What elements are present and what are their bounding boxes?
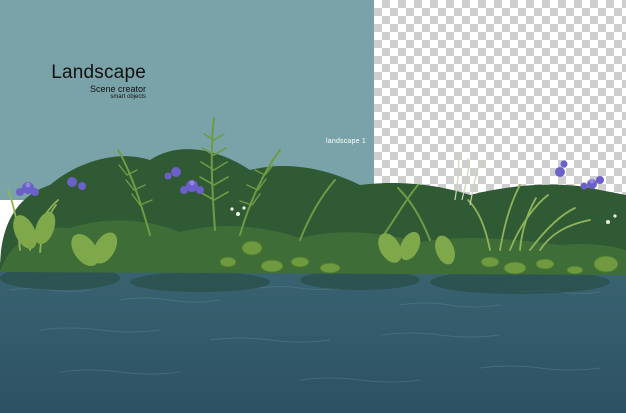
tagline: smart objects [110,94,146,100]
landscape-scene: Landscape Scene creator smart objects la… [0,0,626,413]
preview-label: landscape 1 [326,138,366,145]
page-title: Landscape [51,62,146,83]
title-block: Landscape Scene creator smart objects [36,62,146,101]
subtitle: Scene creator [89,84,146,94]
